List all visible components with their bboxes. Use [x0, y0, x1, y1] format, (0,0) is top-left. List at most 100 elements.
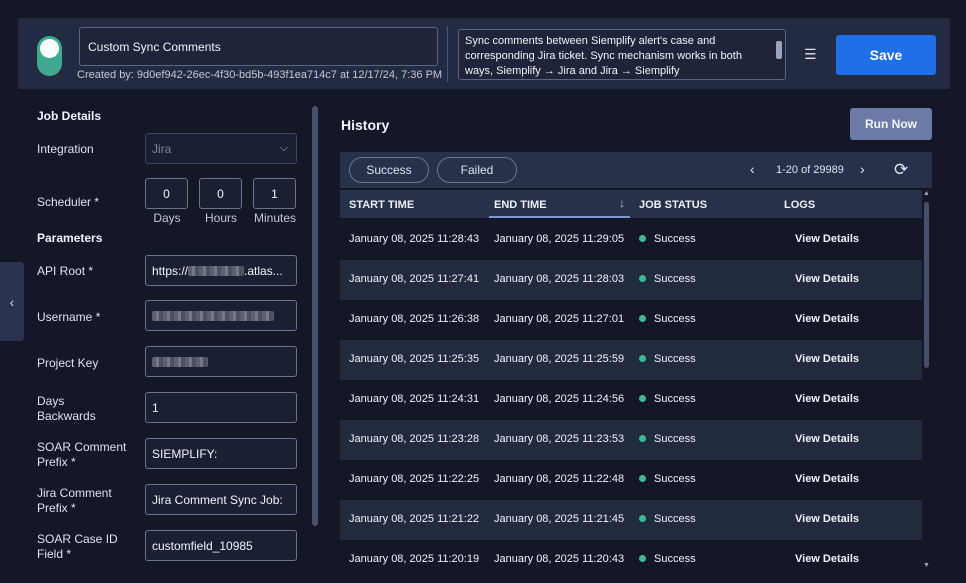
- status-dot-icon: [639, 355, 646, 362]
- scheduler-minutes-input[interactable]: 1: [253, 178, 296, 209]
- end-time-cell: January 08, 2025 11:23:53: [494, 433, 625, 445]
- scroll-down-icon[interactable]: ▼: [923, 562, 930, 569]
- start-time-cell: January 08, 2025 11:20:19: [349, 553, 480, 565]
- filter-success-button[interactable]: Success: [349, 157, 429, 183]
- scroll-up-icon[interactable]: ▲: [923, 190, 930, 197]
- end-time-cell: January 08, 2025 11:24:56: [494, 393, 625, 405]
- sorted-column-indicator: [489, 216, 630, 218]
- table-row: January 08, 2025 11:23:28 January 08, 20…: [340, 420, 922, 460]
- end-time-cell: January 08, 2025 11:21:45: [494, 513, 625, 525]
- created-by-text: Created by: 9d0ef942-26ec-4f30-bd5b-493f…: [77, 69, 443, 81]
- run-now-button[interactable]: Run Now: [850, 108, 932, 140]
- header-divider: [447, 26, 448, 82]
- status-text: Success: [654, 433, 696, 445]
- status-dot-icon: [639, 515, 646, 522]
- days-backwards-label: Days Backwards: [37, 394, 96, 424]
- jira-prefix-label-line1: Jira Comment: [37, 486, 112, 500]
- history-panel: History Run Now Success Failed ‹ 1-20 of…: [340, 96, 932, 583]
- soar-comment-prefix-input[interactable]: SIEMPLIFY:: [145, 438, 297, 469]
- refresh-icon[interactable]: ⟳: [894, 160, 908, 180]
- status-text: Success: [654, 353, 696, 365]
- integration-value: Jira: [152, 141, 172, 156]
- start-time-cell: January 08, 2025 11:27:41: [349, 273, 480, 285]
- view-details-link[interactable]: View Details: [795, 273, 859, 285]
- description-scrollbar[interactable]: [775, 33, 783, 73]
- description-scrollbar-thumb[interactable]: [776, 41, 782, 59]
- status-text: Success: [654, 473, 696, 485]
- table-row: January 08, 2025 11:20:19 January 08, 20…: [340, 540, 922, 580]
- scheduler-hours-input[interactable]: 0: [199, 178, 242, 209]
- scheduler-days-label: Days: [153, 211, 181, 225]
- view-details-link[interactable]: View Details: [795, 433, 859, 445]
- status-dot-icon: [639, 235, 646, 242]
- view-details-link[interactable]: View Details: [795, 393, 859, 405]
- status-dot-icon: [639, 275, 646, 282]
- project-key-input[interactable]: [145, 346, 297, 377]
- toggle-knob: [40, 39, 59, 58]
- view-details-link[interactable]: View Details: [795, 553, 859, 565]
- start-time-cell: January 08, 2025 11:21:22: [349, 513, 480, 525]
- redacted-value: [152, 356, 208, 367]
- soar-prefix-label-line1: SOAR Comment: [37, 440, 127, 454]
- username-label: Username *: [37, 310, 101, 324]
- filter-failed-button[interactable]: Failed: [437, 157, 517, 183]
- list-icon[interactable]: ☰: [804, 47, 820, 61]
- prev-page-icon[interactable]: ‹: [750, 161, 755, 177]
- history-table-header: START TIME END TIME ↓ JOB STATUS LOGS: [340, 190, 922, 218]
- status-dot-icon: [639, 555, 646, 562]
- column-end-time[interactable]: END TIME: [494, 199, 547, 211]
- column-start-time[interactable]: START TIME: [349, 199, 414, 211]
- job-name-input[interactable]: Custom Sync Comments: [79, 27, 438, 66]
- collapse-panel-button[interactable]: ‹: [0, 262, 24, 341]
- table-row: January 08, 2025 11:26:38 January 08, 20…: [340, 300, 922, 340]
- sort-descending-icon[interactable]: ↓: [619, 196, 625, 210]
- status-text: Success: [654, 233, 696, 245]
- api-root-input[interactable]: https:// .atlas...: [145, 255, 297, 286]
- status-cell: Success: [639, 353, 696, 365]
- settings-scrollbar-thumb[interactable]: [312, 106, 318, 526]
- view-details-link[interactable]: View Details: [795, 313, 859, 325]
- job-details-heading: Job Details: [37, 109, 102, 123]
- chevron-left-icon: ‹: [9, 293, 15, 310]
- jira-comment-prefix-input[interactable]: Jira Comment Sync Job:: [145, 484, 297, 515]
- status-text: Success: [654, 313, 696, 325]
- next-page-icon[interactable]: ›: [860, 161, 865, 177]
- end-time-cell: January 08, 2025 11:29:05: [494, 233, 625, 245]
- soar-case-id-field-input[interactable]: customfield_10985: [145, 530, 297, 561]
- username-input[interactable]: [145, 300, 297, 331]
- end-time-cell: January 08, 2025 11:20:43: [494, 553, 625, 565]
- job-header: Custom Sync Comments Created by: 9d0ef94…: [18, 18, 950, 89]
- settings-scrollbar[interactable]: [311, 98, 321, 574]
- start-time-cell: January 08, 2025 11:28:43: [349, 233, 480, 245]
- end-time-cell: January 08, 2025 11:27:01: [494, 313, 625, 325]
- view-details-link[interactable]: View Details: [795, 233, 859, 245]
- job-description-textarea[interactable]: Sync comments between Siemplify alert's …: [458, 29, 786, 80]
- start-time-cell: January 08, 2025 11:26:38: [349, 313, 480, 325]
- view-details-link[interactable]: View Details: [795, 513, 859, 525]
- history-scrollbar-thumb[interactable]: [924, 202, 929, 368]
- scheduler-hours-label: Hours: [204, 211, 237, 225]
- days-backwards-label-line2: Backwards: [37, 409, 96, 423]
- api-root-label: API Root *: [37, 264, 94, 278]
- status-dot-icon: [639, 435, 646, 442]
- project-key-label: Project Key: [37, 356, 99, 370]
- view-details-link[interactable]: View Details: [795, 353, 859, 365]
- save-button[interactable]: Save: [836, 35, 936, 75]
- job-description-text: Sync comments between Siemplify alert's …: [465, 35, 742, 77]
- view-details-link[interactable]: View Details: [795, 473, 859, 485]
- redacted-value: [188, 265, 245, 276]
- table-row: January 08, 2025 11:28:43 January 08, 20…: [340, 220, 922, 260]
- scheduler-days-input[interactable]: 0: [145, 178, 188, 209]
- history-table-body: January 08, 2025 11:28:43 January 08, 20…: [340, 220, 922, 580]
- job-enabled-toggle[interactable]: [37, 36, 62, 76]
- status-text: Success: [654, 553, 696, 565]
- job-settings-panel: Job Details Integration Jira ⌵ Scheduler…: [27, 96, 311, 583]
- table-row: January 08, 2025 11:25:35 January 08, 20…: [340, 340, 922, 380]
- history-table-scrollbar[interactable]: ▲ ▼: [922, 190, 932, 570]
- jira-comment-prefix-label: Jira Comment Prefix *: [37, 486, 112, 516]
- status-text: Success: [654, 513, 696, 525]
- column-job-status[interactable]: JOB STATUS: [639, 199, 707, 211]
- days-backwards-input[interactable]: 1: [145, 392, 297, 423]
- status-dot-icon: [639, 395, 646, 402]
- table-row: January 08, 2025 11:24:31 January 08, 20…: [340, 380, 922, 420]
